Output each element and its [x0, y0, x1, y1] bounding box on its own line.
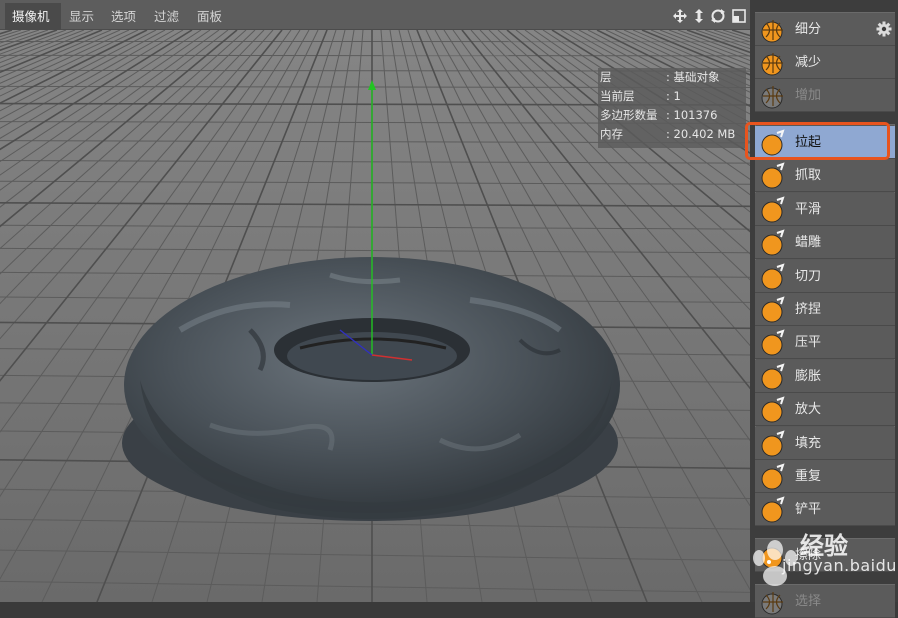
- brush-icon: [759, 129, 787, 157]
- tool-label: 平滑: [795, 193, 821, 226]
- viewport-panel[interactable]: 摄像机 显示 选项 过滤 面板 层 : 基础对象 当前层 : 1: [0, 0, 750, 602]
- brush-icon: [759, 229, 787, 257]
- brush-icon: [759, 496, 787, 524]
- globe-icon: [759, 82, 787, 110]
- tool-amplify-button[interactable]: 放大: [755, 393, 895, 426]
- tool-label: 挤捏: [795, 293, 821, 326]
- tool-scrape-button[interactable]: 铲平: [755, 493, 895, 526]
- brush-icon: [759, 396, 787, 424]
- tool-grab-button[interactable]: 抓取: [755, 159, 895, 192]
- torus-mesh[interactable]: [122, 257, 620, 521]
- tool-label: 重复: [795, 460, 821, 493]
- tool-label: 填充: [795, 427, 821, 460]
- maximize-view-icon[interactable]: [731, 8, 747, 24]
- tool-fill-button[interactable]: 填充: [755, 427, 895, 460]
- tool-increase-button[interactable]: 增加: [755, 79, 895, 112]
- tool-subdivide-button[interactable]: 细分: [755, 13, 895, 46]
- brush-icon: [759, 463, 787, 491]
- tool-label: 切刀: [795, 260, 821, 293]
- brush-icon: [759, 196, 787, 224]
- brush-icon: [759, 430, 787, 458]
- zoom-view-icon[interactable]: [691, 8, 707, 24]
- brush-icon: [759, 329, 787, 357]
- viewport-menubar: 摄像机 显示 选项 过滤 面板: [0, 0, 750, 30]
- tool-knife-button[interactable]: 切刀: [755, 260, 895, 293]
- tool-label: 铲平: [795, 493, 821, 526]
- grid-line: [0, 55, 750, 56]
- rotate-view-icon[interactable]: [710, 8, 726, 24]
- tool-label: 膨胀: [795, 360, 821, 393]
- globe-icon: [759, 49, 787, 77]
- globe-icon: [759, 16, 787, 44]
- tool-flatten-button[interactable]: 压平: [755, 326, 895, 359]
- menu-panel[interactable]: 面板: [197, 0, 222, 30]
- tool-label: 拉起: [795, 126, 821, 159]
- tool-label: 增加: [795, 79, 821, 112]
- menu-filter[interactable]: 过滤: [154, 0, 179, 30]
- tool-label: 压平: [795, 326, 821, 359]
- tool-pull-button[interactable]: 拉起: [755, 126, 895, 159]
- brush-icon: [759, 162, 787, 190]
- menu-display[interactable]: 显示: [69, 0, 94, 30]
- tool-label: 放大: [795, 393, 821, 426]
- brush-icon: [759, 263, 787, 291]
- hud-info-panel: 层 : 基础对象 当前层 : 1 多边形数量 : 101376 内存 : 20.…: [598, 68, 746, 148]
- tool-smooth-button[interactable]: 平滑: [755, 193, 895, 226]
- tool-label: 细分: [795, 13, 821, 46]
- globe-icon: [759, 588, 787, 616]
- tool-label: 抓取: [795, 159, 821, 192]
- tool-wax-button[interactable]: 蜡雕: [755, 226, 895, 259]
- watermark-url-text: jingyan.baidu.com: [782, 556, 898, 575]
- tool-label: 蜡雕: [795, 226, 821, 259]
- tool-label: 减少: [795, 46, 821, 79]
- menu-options[interactable]: 选项: [111, 0, 136, 30]
- menu-camera[interactable]: 摄像机: [12, 0, 50, 30]
- brush-icon: [759, 363, 787, 391]
- tool-pinch-button[interactable]: 挤捏: [755, 293, 895, 326]
- tool-reduce-button[interactable]: 减少: [755, 46, 895, 79]
- gear-icon[interactable]: [876, 21, 892, 37]
- brush-icon: [759, 296, 787, 324]
- tool-inflate-button[interactable]: 膨胀: [755, 360, 895, 393]
- move-view-icon[interactable]: [672, 8, 688, 24]
- tool-repeat-button[interactable]: 重复: [755, 460, 895, 493]
